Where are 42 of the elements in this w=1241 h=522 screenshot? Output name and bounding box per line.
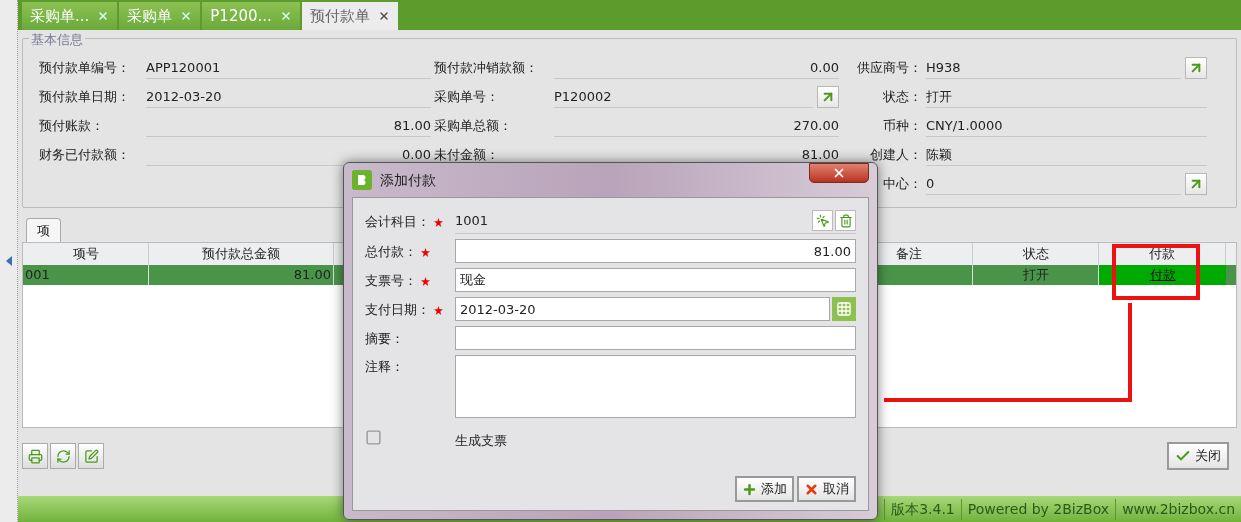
status-text: 版本3.4.1 xyxy=(884,498,961,520)
field-label: 中心： xyxy=(883,174,922,193)
dialog-title: 添加付款 xyxy=(380,170,436,190)
field-value: CNY/1.0000 xyxy=(926,114,1207,137)
field-label: 状态： xyxy=(883,87,922,106)
field-value: APP120001 xyxy=(146,56,431,79)
field-value: 0 xyxy=(926,172,1181,195)
status-text: www.2bizbox.cn xyxy=(1115,498,1241,520)
field-label: 采购单号： xyxy=(434,87,499,106)
field-label: 财务已付款额： xyxy=(39,145,130,164)
field-label: 创建人： xyxy=(870,145,922,164)
table-cell: 001 xyxy=(23,265,149,285)
field-label: 支付日期： xyxy=(365,301,430,320)
tab-label: 预付款单 xyxy=(309,5,370,27)
field-label: 预付款冲销款额： xyxy=(434,58,538,77)
field-value: H938 xyxy=(926,56,1181,79)
field-value: 270.00 xyxy=(554,114,839,137)
field-value: P120002 xyxy=(554,85,813,108)
field-label: 总付款： xyxy=(365,243,417,262)
field-value: 2012-03-20 xyxy=(146,85,431,108)
tab-label: 采购单 xyxy=(127,5,173,27)
tab-label: P1200... xyxy=(210,5,272,27)
field-label: 会计科目： xyxy=(365,213,430,232)
field-label: 未付金额： xyxy=(434,145,499,164)
field-label: 预付账款： xyxy=(39,116,104,135)
field-label: 供应商号： xyxy=(857,58,922,77)
field-label: 预付款单日期： xyxy=(39,87,130,106)
field-label: 注释： xyxy=(365,358,404,376)
checkbox-label: 生成支票 xyxy=(455,431,507,450)
tab-label: 采购单... xyxy=(30,5,90,27)
field-label: 支票号： xyxy=(365,272,417,291)
field-value: 1001 xyxy=(455,211,490,230)
field-label: 采购单总额： xyxy=(434,116,512,135)
table-cell: 81.00 xyxy=(149,265,334,285)
field-value: 0.00 xyxy=(554,56,839,79)
status-text: Powered by 2BizBox xyxy=(960,498,1116,520)
field-label: 摘要： xyxy=(365,330,404,349)
field-value: 81.00 xyxy=(146,114,431,137)
field-label: 预付款单编号： xyxy=(39,58,130,77)
field-value: 陈颖 xyxy=(926,143,1207,166)
field-label: 币种： xyxy=(883,116,922,135)
field-value: 打开 xyxy=(926,85,1207,108)
